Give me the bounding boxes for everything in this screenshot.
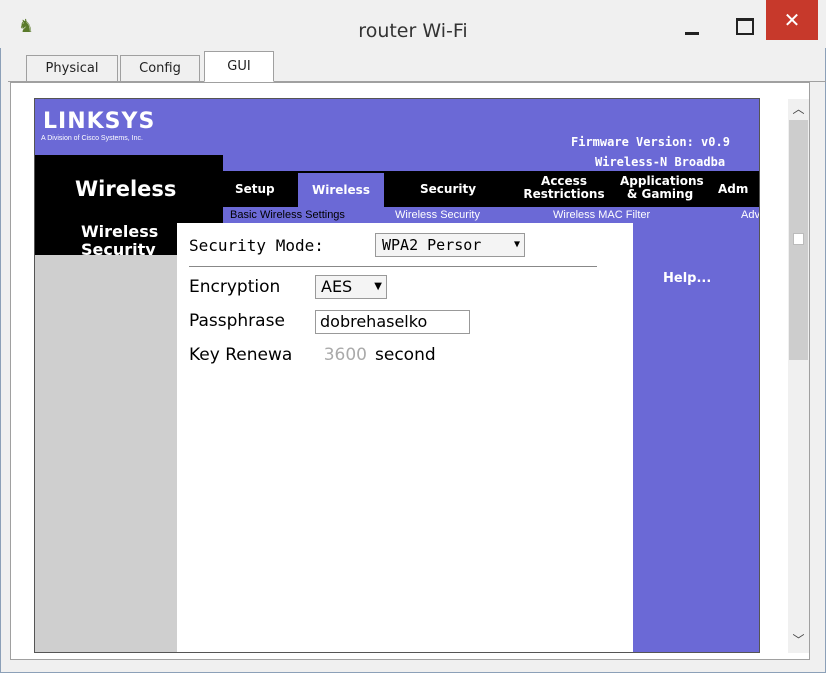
security-mode-select[interactable]: WPA2 Persor ▼ xyxy=(375,233,525,257)
nav-apps-line2: & Gaming xyxy=(626,187,694,201)
help-panel xyxy=(633,223,759,652)
nav-applications-gaming[interactable]: Applications & Gaming xyxy=(620,175,704,201)
key-renewal-unit: second xyxy=(375,345,436,365)
encryption-value: AES xyxy=(321,277,353,296)
tab-gui[interactable]: GUI xyxy=(204,51,274,82)
logo-subtitle: A Division of Cisco Systems, Inc. xyxy=(41,135,143,142)
nav-wireless[interactable]: Wireless xyxy=(298,173,384,207)
security-mode-value: WPA2 Persor xyxy=(382,236,482,254)
firmware-version: Firmware Version: v0.9 xyxy=(571,135,730,149)
tab-config[interactable]: Config xyxy=(120,55,200,81)
passphrase-label: Passphrase xyxy=(189,311,285,331)
dropdown-arrow-icon: ▼ xyxy=(374,281,382,292)
left-column xyxy=(35,255,177,652)
subnav-advanced[interactable]: Adv xyxy=(741,207,759,223)
subnav-basic-wireless-settings[interactable]: Basic Wireless Settings xyxy=(230,207,345,223)
title-bar[interactable]: ♞ router Wi-Fi ✕ xyxy=(0,0,826,48)
tab-bar: Physical Config GUI xyxy=(8,51,826,82)
nav-access-restrictions[interactable]: Access Restrictions xyxy=(520,175,608,201)
subnav-wireless-security[interactable]: Wireless Security xyxy=(395,207,480,223)
nav-security[interactable]: Security xyxy=(420,183,476,196)
scrollbar-grip xyxy=(793,233,804,245)
nav-access-line2: Restrictions xyxy=(523,187,605,201)
divider xyxy=(189,266,597,267)
key-renewal-input[interactable]: 3600 xyxy=(315,343,369,367)
maximize-button[interactable] xyxy=(722,12,766,40)
linksys-logo: LINKSYS xyxy=(43,109,156,134)
nav-setup[interactable]: Setup xyxy=(235,183,275,196)
encryption-label: Encryption xyxy=(189,277,281,297)
security-mode-label: Security Mode: xyxy=(189,236,324,255)
passphrase-input[interactable]: dobrehaselko xyxy=(315,310,470,334)
router-web-page: LINKSYS A Division of Cisco Systems, Inc… xyxy=(34,98,760,653)
minimize-button[interactable] xyxy=(670,12,714,40)
nav-administration[interactable]: Adm xyxy=(718,183,748,196)
encryption-select[interactable]: AES ▼ xyxy=(315,275,387,299)
tab-physical[interactable]: Physical xyxy=(26,55,118,81)
subnav-wireless-mac-filter[interactable]: Wireless MAC Filter xyxy=(553,207,650,223)
scroll-up-icon[interactable]: ︿ xyxy=(788,99,809,119)
section-title: Wireless xyxy=(75,177,177,201)
close-button[interactable]: ✕ xyxy=(766,0,818,40)
product-name: Wireless-N Broadba xyxy=(595,155,726,169)
help-link[interactable]: Help... xyxy=(663,271,711,286)
bottom-bar xyxy=(10,660,810,670)
left-title: Wireless Security xyxy=(81,223,159,257)
scroll-down-icon[interactable]: ﹀ xyxy=(788,630,809,650)
key-renewal-label: Key Renewa xyxy=(189,345,293,365)
dropdown-arrow-icon: ▼ xyxy=(513,239,520,250)
